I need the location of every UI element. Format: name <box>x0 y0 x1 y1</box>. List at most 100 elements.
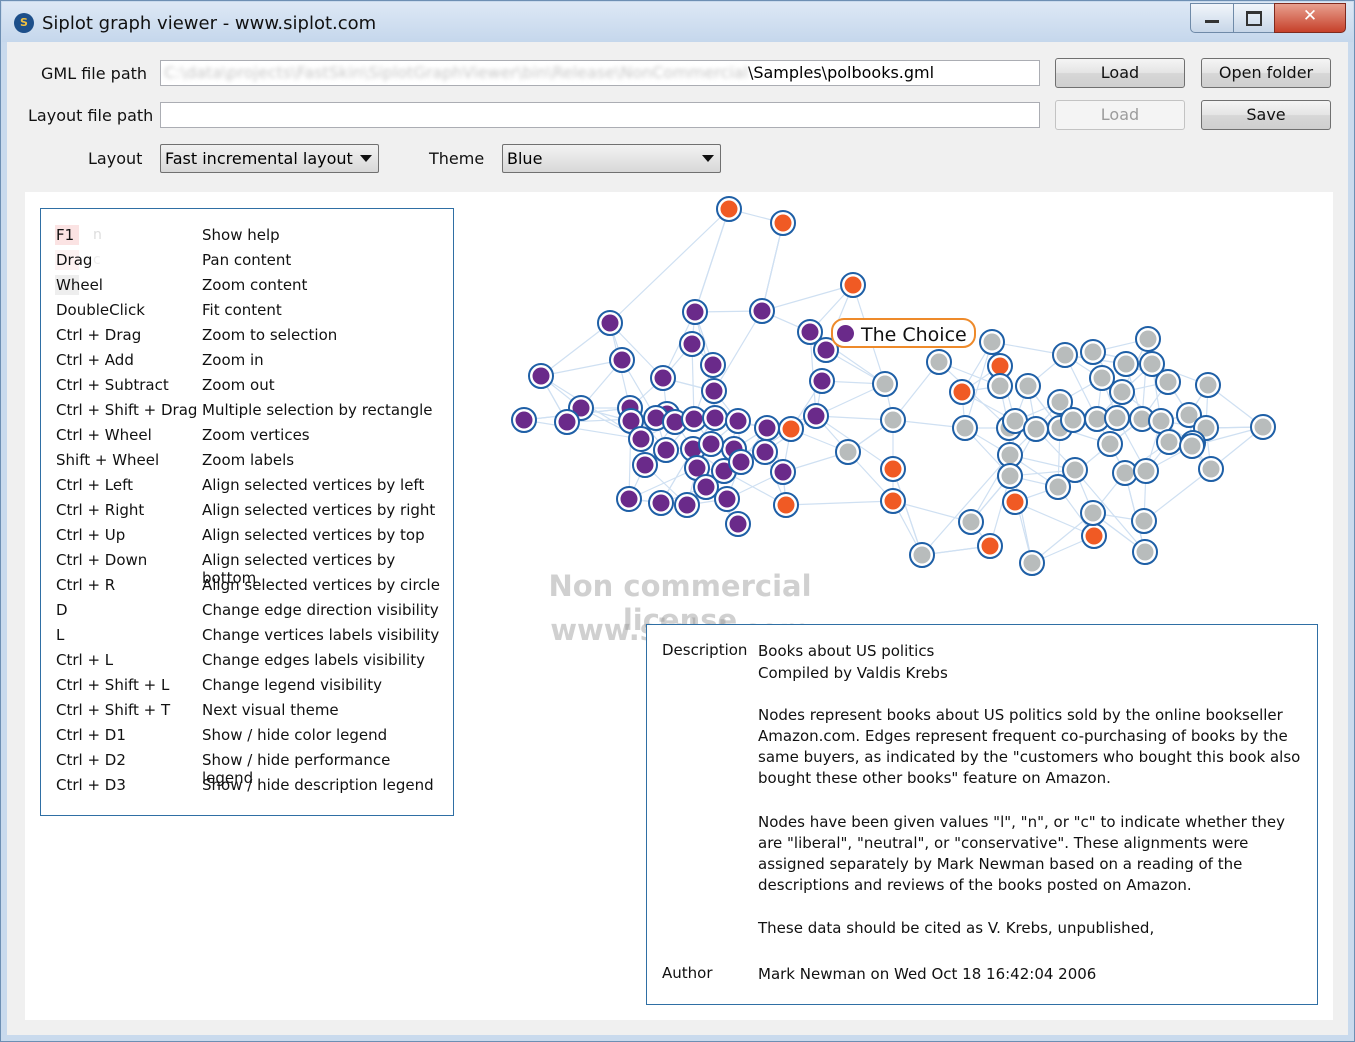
graph-vertex-neutral[interactable] <box>844 276 862 294</box>
graph-vertex-conservative[interactable] <box>1254 418 1272 436</box>
vertex-label-the-choice[interactable]: The Choice <box>831 318 976 348</box>
graph-vertex-conservative[interactable] <box>962 513 980 531</box>
graph-vertex-conservative[interactable] <box>1093 369 1111 387</box>
theme-select[interactable]: Blue <box>502 144 721 173</box>
graph-vertex-liberal[interactable] <box>654 369 672 387</box>
graph-vertex-liberal[interactable] <box>753 302 771 320</box>
graph-vertex-conservative[interactable] <box>930 353 948 371</box>
graph-vertex-conservative[interactable] <box>956 419 974 437</box>
graph-vertex-liberal[interactable] <box>705 382 723 400</box>
graph-vertex-liberal[interactable] <box>697 478 715 496</box>
graph-vertex-liberal[interactable] <box>817 341 835 359</box>
graph-vertex-conservative[interactable] <box>1027 420 1045 438</box>
graph-vertex-liberal[interactable] <box>620 490 638 508</box>
graph-vertex-liberal[interactable] <box>666 413 684 431</box>
graph-vertex-liberal[interactable] <box>704 356 722 374</box>
layout-select[interactable]: Fast incremental layout <box>160 144 379 173</box>
graph-vertex-liberal[interactable] <box>636 456 654 474</box>
graph-vertex-neutral[interactable] <box>1085 527 1103 545</box>
graph-vertex-conservative[interactable] <box>983 333 1001 351</box>
graph-vertex-liberal[interactable] <box>601 314 619 332</box>
maximize-button[interactable] <box>1233 3 1275 33</box>
graph-vertex-conservative[interactable] <box>1056 346 1074 364</box>
graph-vertex-conservative[interactable] <box>1084 504 1102 522</box>
graph-vertex-neutral[interactable] <box>884 492 902 510</box>
graph-vertex-conservative[interactable] <box>1084 343 1102 361</box>
graph-vertex-liberal[interactable] <box>686 303 704 321</box>
graph-vertex-conservative[interactable] <box>1088 410 1106 428</box>
graph-vertex-conservative[interactable] <box>884 411 902 429</box>
graph-vertex-conservative[interactable] <box>1066 461 1084 479</box>
graph-vertex-liberal[interactable] <box>652 494 670 512</box>
graph-vertex-conservative[interactable] <box>1202 460 1220 478</box>
graph-vertex-liberal[interactable] <box>756 443 774 461</box>
graph-vertex-neutral[interactable] <box>777 496 795 514</box>
graph-vertex-liberal[interactable] <box>632 430 650 448</box>
graph-vertex-neutral[interactable] <box>953 383 971 401</box>
graph-vertex-conservative[interactable] <box>1133 410 1151 428</box>
title-bar[interactable]: S Siplot graph viewer - www.siplot.com ✕ <box>2 2 1353 42</box>
graph-vertex-liberal[interactable] <box>706 409 724 427</box>
graph-vertex-liberal[interactable] <box>729 412 747 430</box>
graph-canvas[interactable]: n c F1 Show help Drag Pan content Wheel Zoom … <box>25 192 1333 1020</box>
graph-vertex-liberal[interactable] <box>688 459 706 477</box>
graph-vertex-conservative[interactable] <box>1001 446 1019 464</box>
graph-vertex-neutral[interactable] <box>884 460 902 478</box>
graph-vertex-conservative[interactable] <box>1006 412 1024 430</box>
graph-vertex-liberal[interactable] <box>801 323 819 341</box>
graph-vertex-conservative[interactable] <box>991 377 1009 395</box>
load-layout-button[interactable]: Load <box>1055 100 1185 130</box>
graph-vertex-liberal[interactable] <box>613 351 631 369</box>
graph-vertex-liberal[interactable] <box>729 515 747 533</box>
graph-vertex-conservative[interactable] <box>876 375 894 393</box>
graph-vertex-liberal[interactable] <box>732 453 750 471</box>
graph-vertex-neutral[interactable] <box>774 214 792 232</box>
graph-vertex-conservative[interactable] <box>1064 411 1082 429</box>
graph-vertex-liberal[interactable] <box>758 419 776 437</box>
graph-vertex-neutral[interactable] <box>981 537 999 555</box>
load-gml-button[interactable]: Load <box>1055 58 1185 88</box>
close-button[interactable]: ✕ <box>1274 3 1346 33</box>
graph-vertex-conservative[interactable] <box>1051 393 1069 411</box>
graph-vertex-liberal[interactable] <box>685 410 703 428</box>
layout-path-input[interactable] <box>160 102 1040 128</box>
graph-vertex-conservative[interactable] <box>1183 437 1201 455</box>
graph-vertex-liberal[interactable] <box>813 372 831 390</box>
graph-vertex-neutral[interactable] <box>1006 493 1024 511</box>
graph-vertex-conservative[interactable] <box>1180 406 1198 424</box>
graph-vertex-conservative[interactable] <box>1139 330 1157 348</box>
graph-vertex-conservative[interactable] <box>1143 355 1161 373</box>
graph-vertex-conservative[interactable] <box>1108 409 1126 427</box>
graph-vertex-conservative[interactable] <box>1116 464 1134 482</box>
graph-vertex-liberal[interactable] <box>657 441 675 459</box>
graph-vertex-conservative[interactable] <box>1152 412 1170 430</box>
graph-vertex-conservative[interactable] <box>1159 373 1177 391</box>
open-folder-button[interactable]: Open folder <box>1201 58 1331 88</box>
save-layout-button[interactable]: Save <box>1201 100 1331 130</box>
graph-vertex-conservative[interactable] <box>1101 435 1119 453</box>
graph-vertex-neutral[interactable] <box>991 357 1009 375</box>
minimize-button[interactable] <box>1190 3 1234 33</box>
gml-path-input[interactable]: C:\data\projects\FastSkin\SiplotGraphVie… <box>160 60 1040 86</box>
graph-vertex-conservative[interactable] <box>1137 462 1155 480</box>
graph-vertex-liberal[interactable] <box>515 411 533 429</box>
graph-vertex-liberal[interactable] <box>678 496 696 514</box>
graph-vertex-liberal[interactable] <box>807 407 825 425</box>
graph-vertex-conservative[interactable] <box>913 546 931 564</box>
graph-vertex-neutral[interactable] <box>720 200 738 218</box>
graph-vertex-liberal[interactable] <box>532 367 550 385</box>
graph-vertex-neutral[interactable] <box>782 420 800 438</box>
graph-vertex-liberal[interactable] <box>718 490 736 508</box>
graph-vertex-liberal[interactable] <box>558 413 576 431</box>
graph-vertex-liberal[interactable] <box>647 409 665 427</box>
graph-vertex-conservative[interactable] <box>1113 383 1131 401</box>
graph-vertex-liberal[interactable] <box>774 463 792 481</box>
graph-vertex-conservative[interactable] <box>1136 543 1154 561</box>
graph-vertex-liberal[interactable] <box>702 435 720 453</box>
graph-vertex-conservative[interactable] <box>1160 433 1178 451</box>
graph-vertex-conservative[interactable] <box>1117 355 1135 373</box>
graph-vertex-conservative[interactable] <box>1049 478 1067 496</box>
graph-vertex-conservative[interactable] <box>1019 377 1037 395</box>
graph-vertex-conservative[interactable] <box>1135 512 1153 530</box>
graph-vertex-liberal[interactable] <box>683 335 701 353</box>
